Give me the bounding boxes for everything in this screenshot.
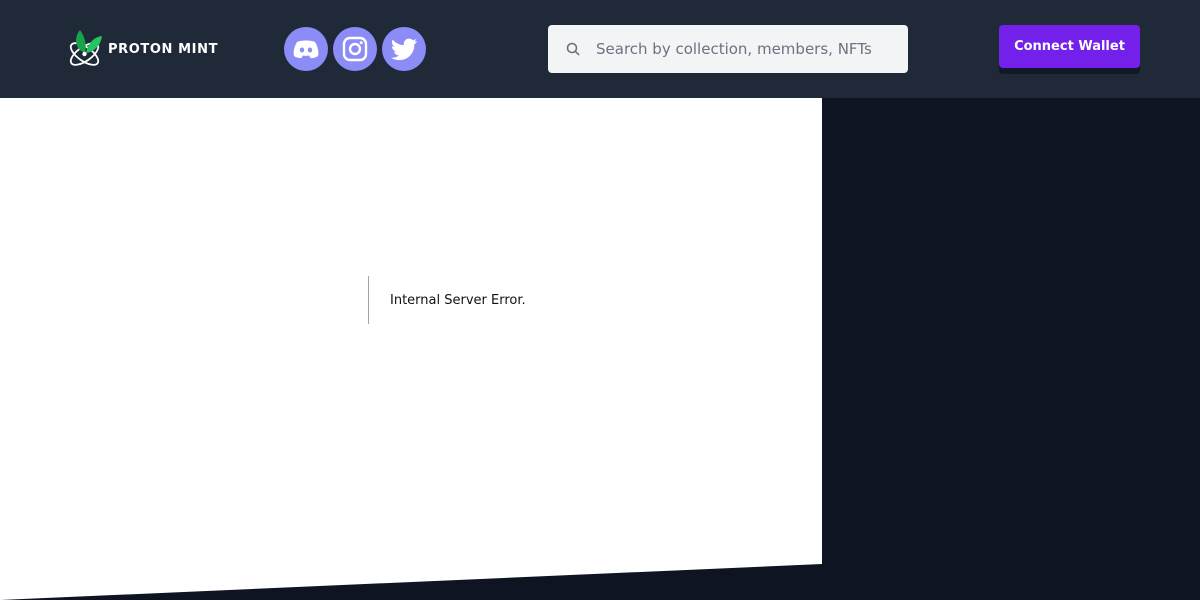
- error-message: Internal Server Error.: [368, 276, 526, 324]
- twitter-link[interactable]: [382, 27, 426, 71]
- twitter-icon: [391, 38, 417, 61]
- connect-wallet-button[interactable]: Connect Wallet: [999, 25, 1140, 68]
- top-navbar: PROTON MINT Connect Wallet: [0, 0, 1200, 98]
- instagram-link[interactable]: [333, 27, 377, 71]
- discord-link[interactable]: [284, 27, 328, 71]
- proton-mint-logo[interactable]: PROTON MINT: [66, 27, 218, 71]
- error-text: Internal Server Error.: [390, 292, 526, 308]
- dark-side-panel: [822, 98, 1200, 600]
- atom-leaf-icon: [69, 30, 102, 66]
- search-icon: [566, 42, 580, 56]
- search-bar[interactable]: [548, 25, 908, 73]
- footer-wedge: [0, 564, 822, 600]
- search-input[interactable]: [596, 25, 896, 73]
- main-content: Internal Server Error.: [0, 98, 822, 600]
- logo-text: PROTON MINT: [108, 41, 219, 57]
- instagram-icon: [342, 36, 368, 62]
- discord-icon: [293, 40, 319, 59]
